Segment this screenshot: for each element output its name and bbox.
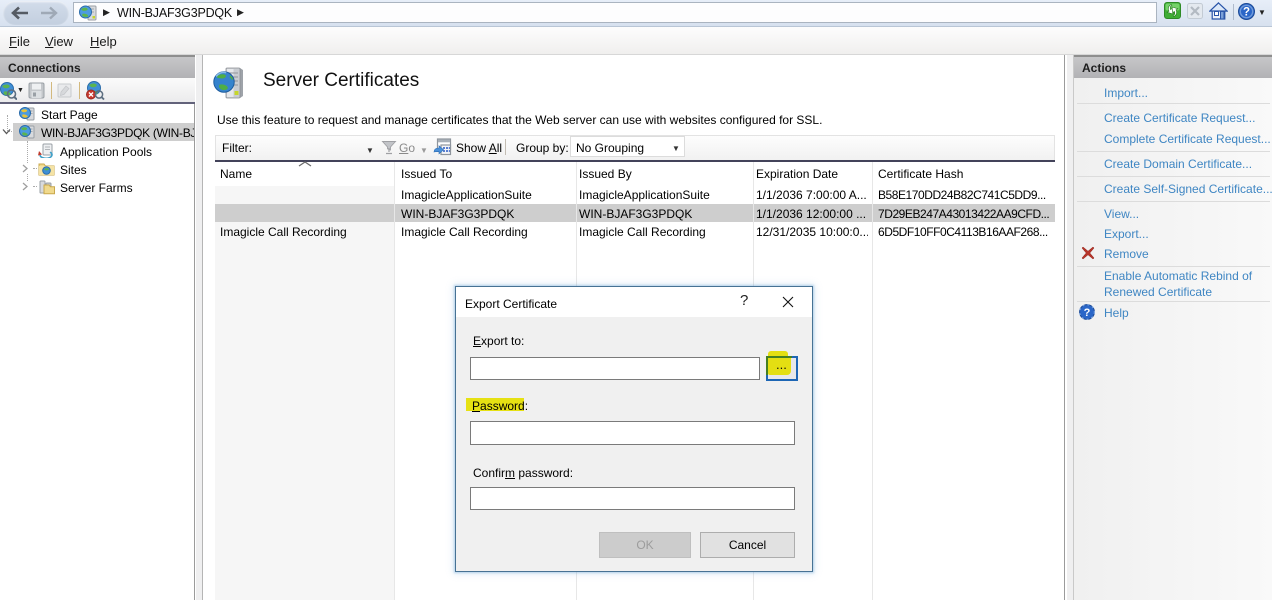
svg-text:?: ?: [1084, 307, 1091, 319]
svg-text:?: ?: [1243, 7, 1250, 19]
